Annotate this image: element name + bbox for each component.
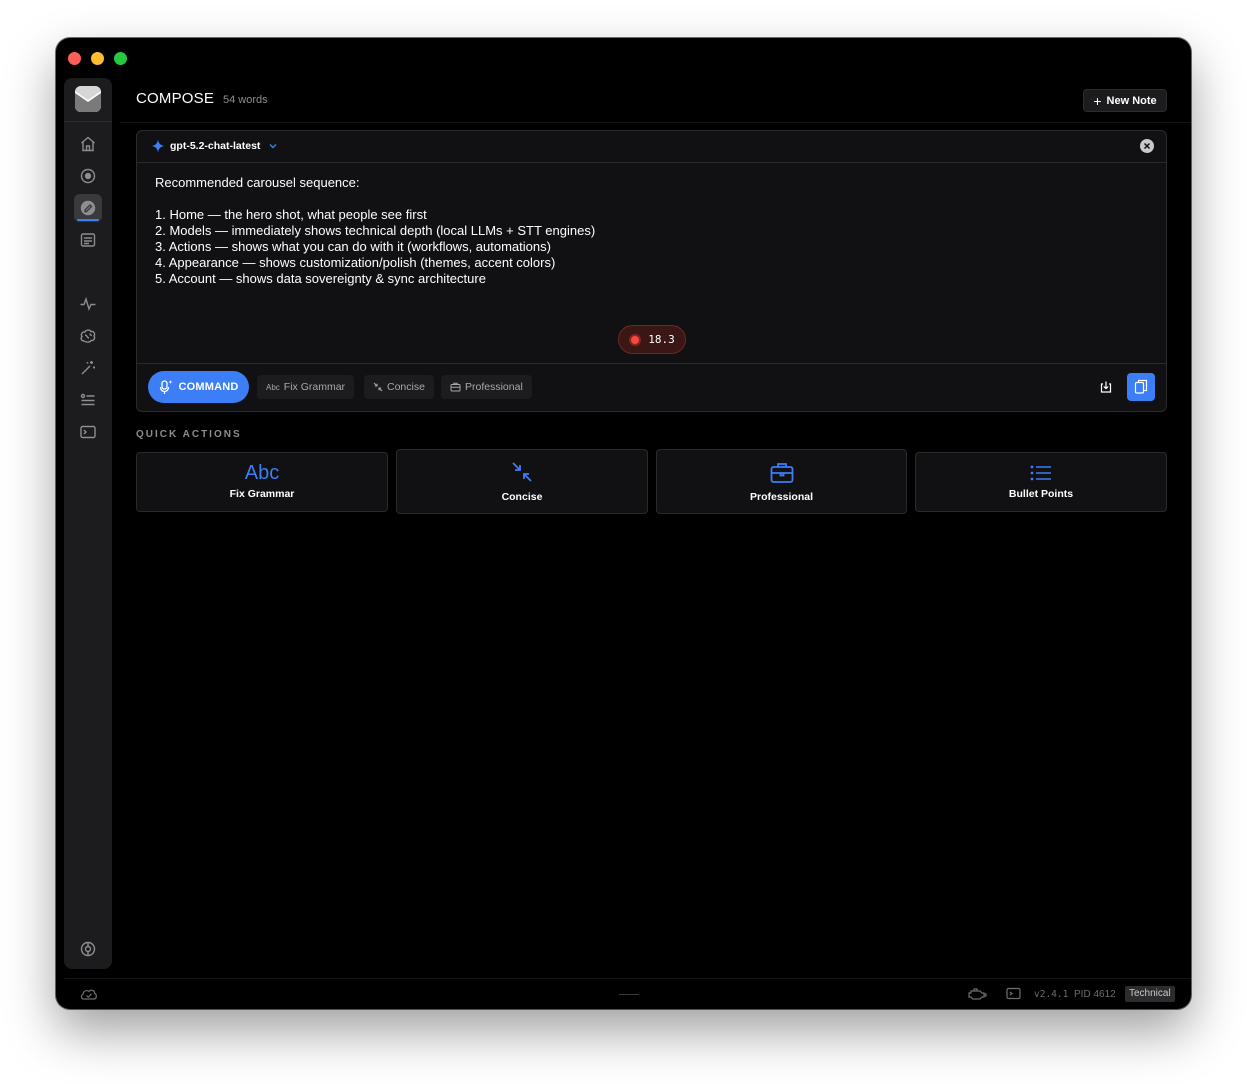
briefcase-icon [450, 382, 461, 392]
command-label: COMMAND [178, 381, 239, 393]
concise-chip[interactable]: Concise [364, 375, 434, 399]
abc-icon: Abc [244, 462, 280, 484]
process-id: PID 4612 [1074, 989, 1116, 1000]
chip-label: Fix Grammar [283, 381, 346, 393]
chip-label: Concise [387, 381, 425, 393]
magic-wand-icon[interactable] [76, 356, 100, 380]
compose-icon[interactable] [74, 194, 102, 222]
record-icon[interactable] [76, 164, 100, 188]
minimize-window-button[interactable] [91, 52, 104, 65]
app-window: COMPOSE 54 words + New Note gpt-5.2-chat… [56, 38, 1191, 1009]
quick-action-label: Bullet Points [1008, 488, 1074, 500]
quick-action-label: Professional [749, 491, 814, 503]
list-settings-icon[interactable] [76, 388, 100, 412]
compress-icon [373, 382, 383, 392]
home-icon[interactable] [76, 132, 100, 156]
app-version: v2.4.1 [1034, 989, 1069, 1000]
close-window-button[interactable] [68, 52, 81, 65]
terminal-icon[interactable] [1005, 986, 1025, 1002]
editor-panel: gpt-5.2-chat-latest Recommended carousel… [136, 130, 1167, 412]
model-selector-row: gpt-5.2-chat-latest [137, 131, 1166, 163]
footer-divider [64, 978, 1191, 979]
notes-icon[interactable] [76, 228, 100, 252]
compress-icon [397, 461, 647, 483]
recording-indicator[interactable]: 18.3 [618, 325, 686, 354]
plus-icon: + [1093, 92, 1102, 109]
toolbar-divider [137, 363, 1166, 364]
app-logo-icon[interactable] [75, 86, 101, 112]
fix-grammar-chip[interactable]: Abc Fix Grammar [257, 375, 355, 399]
microphone-sparkle-icon [160, 380, 173, 394]
editor-line: 5. Account — shows data sovereignty & sy… [155, 271, 486, 286]
editor-line: Recommended carousel sequence: [155, 175, 360, 190]
briefcase-icon [657, 462, 906, 484]
abc-icon: Abc [266, 382, 280, 392]
compose-active-indicator [77, 219, 99, 221]
quick-action-concise[interactable]: Concise [396, 449, 648, 514]
engine-icon[interactable] [966, 986, 987, 1002]
record-dot-icon [629, 333, 642, 346]
zoom-window-button[interactable] [114, 52, 127, 65]
footer-resize-handle[interactable] [619, 994, 639, 995]
settings-icon[interactable] [76, 937, 100, 961]
quick-action-fix-grammar[interactable]: Abc Fix Grammar [136, 452, 388, 512]
chevron-down-icon[interactable] [268, 141, 278, 151]
command-button[interactable]: COMMAND [148, 371, 249, 403]
copy-icon[interactable] [1127, 373, 1155, 401]
word-count: 54 words [223, 94, 268, 106]
new-note-button[interactable]: + New Note [1083, 89, 1167, 112]
sidebar [64, 78, 112, 969]
sidebar-divider [64, 121, 112, 122]
editor-line: 3. Actions — shows what you can do with … [155, 239, 551, 254]
editor-line: 1. Home — the hero shot, what people see… [155, 207, 427, 222]
recording-timer: 18.3 [648, 333, 675, 346]
quick-action-label: Concise [501, 491, 543, 503]
brain-icon[interactable] [76, 324, 100, 348]
editor-line: 4. Appearance — shows customization/poli… [155, 255, 556, 270]
new-note-label: New Note [1106, 94, 1157, 107]
chip-label: Professional [465, 381, 523, 393]
bullet-list-icon [916, 464, 1166, 482]
quick-action-professional[interactable]: Professional [656, 449, 907, 514]
terminal-icon[interactable] [76, 420, 100, 444]
close-icon[interactable] [1140, 139, 1154, 153]
insert-icon[interactable] [1094, 375, 1118, 399]
editor-textarea[interactable]: Recommended carousel sequence: 1. Home —… [155, 175, 595, 287]
quick-action-bullet-points[interactable]: Bullet Points [915, 452, 1167, 512]
cloud-check-icon[interactable] [79, 986, 99, 1002]
quick-actions-heading: QUICK ACTIONS [136, 429, 242, 440]
quick-action-label: Fix Grammar [229, 488, 295, 500]
header-divider [120, 122, 1191, 123]
page-title: COMPOSE [136, 90, 215, 107]
mode-badge[interactable]: Technical [1125, 986, 1175, 1002]
activity-icon[interactable] [76, 292, 100, 316]
model-select[interactable]: gpt-5.2-chat-latest [170, 140, 260, 152]
sparkle-icon [151, 139, 165, 153]
professional-chip[interactable]: Professional [441, 375, 532, 399]
editor-line: 2. Models — immediately shows technical … [155, 223, 596, 238]
